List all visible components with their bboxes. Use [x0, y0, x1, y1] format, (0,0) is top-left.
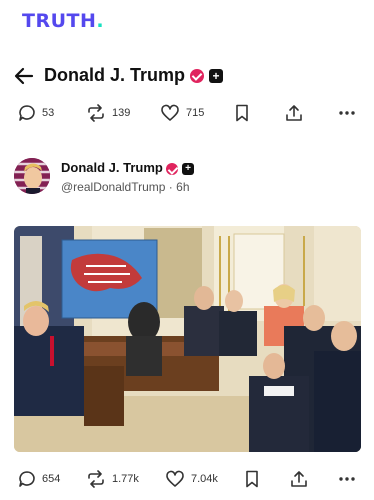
- profile-header: Donald J. Trump +: [0, 52, 374, 100]
- share-icon: [291, 471, 307, 487]
- profile-title: Donald J. Trump +: [44, 65, 224, 86]
- verified-icon: [190, 69, 205, 84]
- more-icon: [339, 477, 355, 481]
- profile-title-text: Donald J. Trump: [44, 65, 186, 85]
- author-handle: @realDonaldTrump · 6h: [61, 180, 190, 194]
- more-button[interactable]: [338, 104, 356, 122]
- retruth-button[interactable]: 139: [86, 104, 130, 122]
- retruth-count: 1.77k: [112, 473, 139, 485]
- more-button[interactable]: [338, 470, 356, 488]
- retruth-icon: [88, 104, 104, 122]
- plus-badge-icon: +: [182, 162, 195, 175]
- retruth-button[interactable]: 1.77k: [86, 470, 139, 488]
- reply-count: 53: [42, 107, 55, 119]
- reply-button[interactable]: 654: [18, 470, 60, 488]
- like-button[interactable]: 715: [160, 104, 204, 122]
- reply-button[interactable]: 53: [18, 104, 54, 122]
- reply-icon: [19, 471, 35, 487]
- post-time[interactable]: 6h: [176, 180, 189, 194]
- logo-text: TRUTH: [22, 10, 97, 32]
- like-count: 7.04k: [191, 473, 218, 485]
- bookmark-button[interactable]: [235, 104, 249, 122]
- bookmark-button[interactable]: [245, 470, 259, 488]
- logo-dot: .: [96, 10, 105, 32]
- post-image[interactable]: [14, 226, 361, 452]
- avatar[interactable]: [14, 158, 50, 194]
- retruth-icon: [88, 470, 104, 488]
- share-icon: [286, 105, 302, 121]
- oval-office-photo: [14, 226, 361, 452]
- share-button[interactable]: [285, 104, 303, 122]
- handle-text[interactable]: @realDonaldTrump: [61, 180, 165, 194]
- like-icon: [166, 470, 184, 487]
- author-name-text: Donald J. Trump: [61, 160, 163, 175]
- post-actions: 654 1.77k 7.04k: [0, 470, 374, 498]
- like-button[interactable]: 7.04k: [165, 470, 218, 488]
- more-icon: [339, 111, 355, 115]
- verified-icon: [166, 162, 179, 175]
- author-name[interactable]: Donald J. Trump +: [61, 160, 195, 175]
- retruth-count: 139: [112, 107, 131, 119]
- back-arrow-icon[interactable]: [14, 66, 34, 86]
- truth-logo[interactable]: TRUTH.: [22, 10, 104, 32]
- bookmark-icon: [236, 104, 248, 122]
- bookmark-icon: [246, 470, 258, 488]
- plus-badge-icon: +: [209, 69, 224, 84]
- reply-count: 654: [42, 473, 61, 485]
- prev-post-actions: 53 139 715: [0, 104, 374, 132]
- post-header: Donald J. Trump + @realDonaldTrump · 6h: [14, 158, 364, 198]
- like-count: 715: [186, 107, 205, 119]
- share-button[interactable]: [290, 470, 308, 488]
- like-icon: [161, 104, 179, 121]
- reply-icon: [19, 105, 35, 121]
